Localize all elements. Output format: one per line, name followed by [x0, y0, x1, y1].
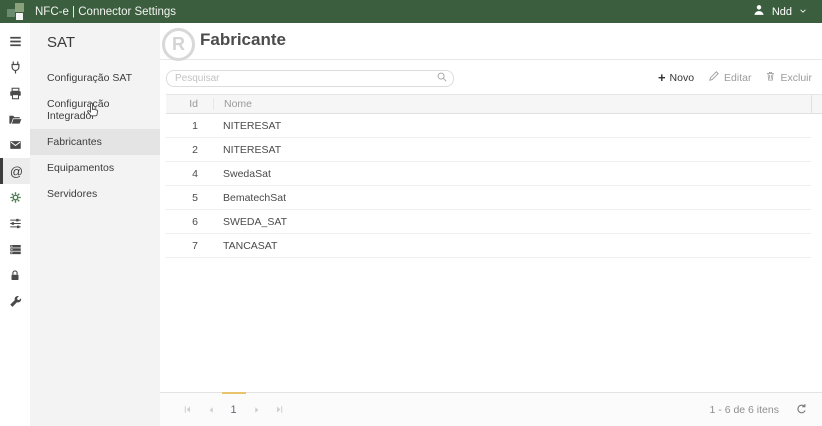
- edit-pencil-icon: [708, 70, 720, 85]
- topbar: NFC-e | Connector Settings Ndd: [0, 0, 822, 23]
- menu-icon[interactable]: [0, 28, 30, 54]
- printer-icon[interactable]: [0, 80, 30, 106]
- table-row[interactable]: 4 SwedaSat: [166, 162, 811, 186]
- sidebar-item-servidores[interactable]: Servidores: [30, 181, 160, 207]
- column-header-id[interactable]: Id: [166, 98, 213, 110]
- page-header: R Fabricante: [160, 23, 822, 60]
- pager-info: 1 - 6 de 6 itens: [710, 404, 779, 416]
- main-content: R Fabricante + Novo: [160, 23, 822, 426]
- search-box: [166, 68, 454, 87]
- pager: 1 1 - 6 de 6 itens: [160, 392, 822, 426]
- search-icon: [436, 71, 448, 83]
- table-row[interactable]: 1 NITERESAT: [166, 114, 811, 138]
- sliders-icon[interactable]: [0, 210, 30, 236]
- trash-icon: [765, 70, 776, 85]
- refresh-icon[interactable]: [795, 403, 808, 416]
- sidebar-item-fabricantes[interactable]: Fabricantes: [30, 129, 160, 155]
- envelope-icon[interactable]: [0, 132, 30, 158]
- gear-icon[interactable]: [0, 184, 30, 210]
- edit-button[interactable]: Editar: [708, 70, 751, 85]
- first-page-button[interactable]: [176, 399, 199, 421]
- sidebar: SAT Configuração SAT Configuração Integr…: [30, 23, 160, 426]
- sidebar-title: SAT: [30, 23, 160, 65]
- delete-button[interactable]: Excluir: [765, 70, 812, 85]
- sidebar-item-configuracao-integrador[interactable]: Configuração Integrador: [30, 91, 160, 129]
- ndd-logo-icon: [7, 2, 27, 22]
- user-name: Ndd: [772, 6, 792, 18]
- user-menu[interactable]: Ndd: [752, 3, 808, 20]
- page-number-button[interactable]: 1: [222, 399, 245, 421]
- server-icon[interactable]: [0, 236, 30, 262]
- r-logo-badge: R: [162, 28, 195, 61]
- wrench-icon[interactable]: [0, 288, 30, 314]
- user-icon: [752, 3, 766, 20]
- app-title: NFC-e | Connector Settings: [35, 6, 176, 18]
- column-header-nome[interactable]: Nome: [213, 98, 811, 110]
- next-page-button[interactable]: [245, 399, 268, 421]
- page-title: Fabricante: [200, 30, 286, 50]
- plug-icon[interactable]: [0, 54, 30, 80]
- plus-icon: +: [658, 73, 666, 83]
- search-input[interactable]: [166, 70, 454, 87]
- table-row[interactable]: 2 NITERESAT: [166, 138, 811, 162]
- last-page-button[interactable]: [268, 399, 291, 421]
- table-row[interactable]: 6 SWEDA_SAT: [166, 210, 811, 234]
- sidebar-item-configuracao-sat[interactable]: Configuração SAT: [30, 65, 160, 91]
- toolbar: + Novo Editar Excluir: [166, 68, 812, 87]
- current-page-indicator: [222, 392, 246, 394]
- table-row[interactable]: 7 TANCASAT: [166, 234, 811, 258]
- grid-header-spacer: [811, 95, 822, 113]
- chevron-down-icon: [798, 6, 808, 18]
- fabricante-grid: Id Nome 1 NITERESAT 2 NITERESAT 4 SwedaS…: [166, 94, 822, 258]
- r-logo-letter: R: [172, 34, 185, 55]
- folder-open-icon[interactable]: [0, 106, 30, 132]
- toolbar-actions: + Novo Editar Excluir: [658, 70, 812, 85]
- sidebar-item-equipamentos[interactable]: Equipamentos: [30, 155, 160, 181]
- new-button[interactable]: + Novo: [658, 72, 694, 84]
- grid-header: Id Nome: [166, 94, 822, 114]
- at-icon[interactable]: @: [0, 158, 30, 184]
- previous-page-button[interactable]: [199, 399, 222, 421]
- table-row[interactable]: 5 BematechSat: [166, 186, 811, 210]
- lock-icon[interactable]: [0, 262, 30, 288]
- app-window: NFC-e | Connector Settings Ndd: [0, 0, 822, 426]
- icon-rail: @: [0, 23, 30, 426]
- pager-right: 1 - 6 de 6 itens: [710, 403, 808, 416]
